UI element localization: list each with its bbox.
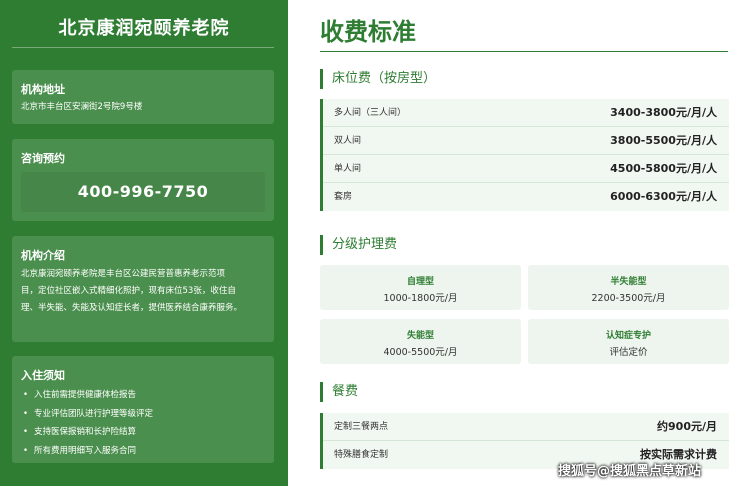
care-level-price: 1000-1800元/月 bbox=[383, 293, 458, 304]
consult-heading: 咨询预约 bbox=[21, 152, 65, 165]
room-type: 双人间 bbox=[334, 136, 362, 146]
address-heading: 机构地址 bbox=[21, 83, 65, 96]
table-row: 定制三餐两点 约900元/月 bbox=[323, 413, 729, 441]
notice-heading: 入住须知 bbox=[21, 369, 65, 382]
watermark: 搜狐号@搜狐黑点草新站 bbox=[558, 464, 702, 479]
page-title: 收费标准 bbox=[320, 18, 416, 46]
phone-number[interactable]: 400-996-7750 bbox=[21, 172, 265, 212]
notice-item: 支持医保报销和长护险结算 bbox=[21, 423, 153, 442]
care-card: 失能型 4000-5500元/月 bbox=[320, 319, 521, 364]
care-level-name: 失能型 bbox=[406, 331, 434, 341]
table-row: 多人间（三人间） 3400-3800元/月/人 bbox=[323, 99, 729, 127]
room-price: 3400-3800元/月/人 bbox=[610, 106, 717, 119]
intro-heading: 机构介绍 bbox=[21, 249, 65, 262]
notice-item: 所有费用明细写入服务合同 bbox=[21, 442, 153, 461]
table-row: 单人间 4500-5800元/月/人 bbox=[323, 155, 729, 183]
intro-line: 理、半失能、失能及认知症长者，提供医养结合康养服务。 bbox=[21, 303, 243, 313]
bed-fee-table: 多人间（三人间） 3400-3800元/月/人 双人间 3800-5500元/月… bbox=[320, 99, 729, 211]
room-type: 套房 bbox=[334, 192, 353, 202]
room-price: 3800-5500元/月/人 bbox=[610, 134, 717, 147]
care-card: 认知症专护 评估定价 bbox=[528, 319, 729, 364]
room-price: 6000-6300元/月/人 bbox=[610, 190, 717, 203]
care-level-name: 认知症专护 bbox=[605, 331, 651, 341]
room-price: 4500-5800元/月/人 bbox=[610, 162, 717, 175]
care-level-name: 自理型 bbox=[406, 277, 434, 287]
intro-text: 北京康润宛颐养老院是丰台区公建民营普惠养老示范项 目，定位社区嵌入式精细化照护，… bbox=[21, 266, 265, 317]
care-fee-heading: 分级护理费 bbox=[320, 235, 397, 255]
title-rule bbox=[320, 51, 728, 52]
notice-item: 入住前需提供健康体检报告 bbox=[21, 386, 153, 405]
meal-item: 特殊膳食定制 bbox=[334, 450, 389, 460]
notice-list: 入住前需提供健康体检报告 专业评估团队进行护理等级评定 支持医保报销和长护险结算… bbox=[21, 386, 153, 460]
consult-card: 咨询预约 400-996-7750 bbox=[12, 139, 274, 221]
sidebar: 北京康润宛颐养老院 机构地址 北京市丰台区安澜街2号院9号楼 咨询预约 400-… bbox=[0, 0, 288, 486]
notice-card: 入住须知 入住前需提供健康体检报告 专业评估团队进行护理等级评定 支持医保报销和… bbox=[12, 356, 274, 463]
meal-fee-heading: 餐费 bbox=[320, 382, 358, 402]
care-level-price: 2200-3500元/月 bbox=[591, 293, 666, 304]
meal-item: 定制三餐两点 bbox=[334, 422, 389, 432]
address-card: 机构地址 北京市丰台区安澜街2号院9号楼 bbox=[12, 70, 274, 124]
intro-card: 机构介绍 北京康润宛颐养老院是丰台区公建民营普惠养老示范项 目，定位社区嵌入式精… bbox=[12, 236, 274, 342]
notice-item: 专业评估团队进行护理等级评定 bbox=[21, 405, 153, 424]
care-level-name: 半失能型 bbox=[610, 277, 647, 287]
bed-fee-heading: 床位费（按房型） bbox=[320, 69, 436, 89]
care-card: 自理型 1000-1800元/月 bbox=[320, 265, 521, 310]
care-level-price: 4000-5500元/月 bbox=[383, 347, 458, 358]
intro-line: 目，定位社区嵌入式精细化照护，现有床位53张，收住自 bbox=[21, 286, 236, 296]
meal-price: 约900元/月 bbox=[657, 420, 717, 433]
room-type: 多人间（三人间） bbox=[334, 108, 407, 118]
main-content: 收费标准 床位费（按房型） 多人间（三人间） 3400-3800元/月/人 双人… bbox=[288, 0, 740, 486]
facility-name: 北京康润宛颐养老院 bbox=[58, 18, 230, 39]
table-row: 双人间 3800-5500元/月/人 bbox=[323, 127, 729, 155]
table-row: 套房 6000-6300元/月/人 bbox=[323, 183, 729, 211]
room-type: 单人间 bbox=[334, 164, 362, 174]
address-text: 北京市丰台区安澜街2号院9号楼 bbox=[21, 102, 143, 112]
care-card: 半失能型 2200-3500元/月 bbox=[528, 265, 729, 310]
sidebar-divider bbox=[12, 47, 274, 48]
care-level-price: 评估定价 bbox=[609, 347, 648, 358]
intro-line: 北京康润宛颐养老院是丰台区公建民营普惠养老示范项 bbox=[21, 269, 226, 279]
